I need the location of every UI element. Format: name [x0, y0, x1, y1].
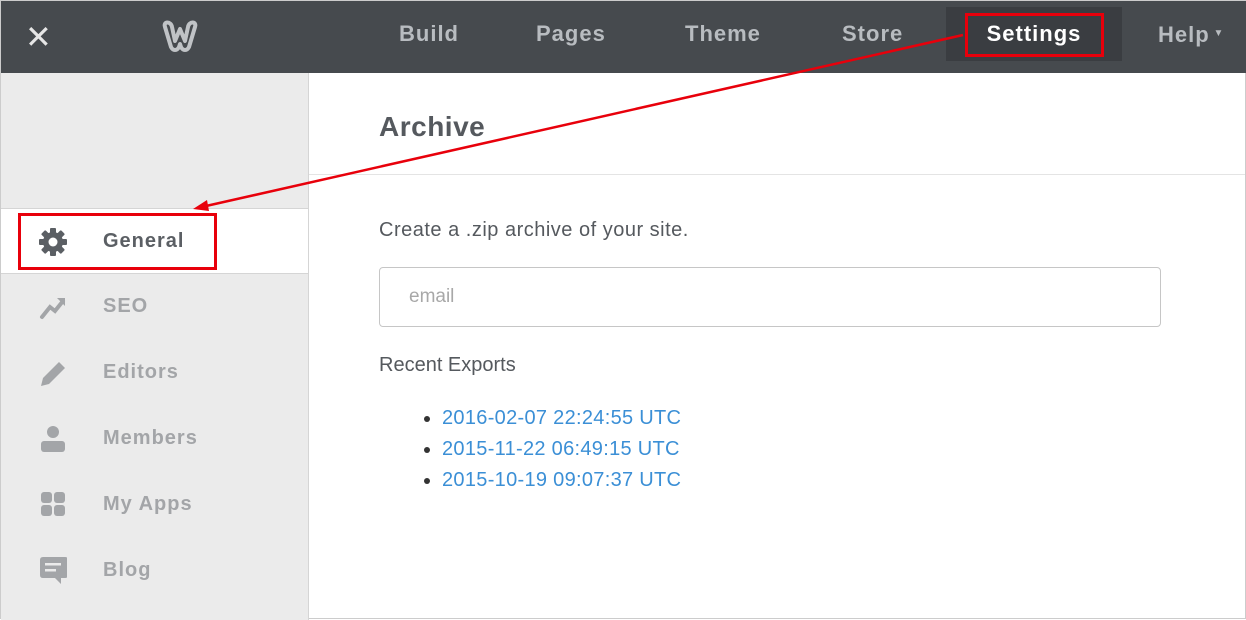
close-icon[interactable]: ✕	[25, 21, 52, 53]
sidebar-item-seo[interactable]: SEO	[1, 274, 308, 340]
page-title: Archive	[379, 111, 486, 142]
export-link[interactable]: 2015-11-22 06:49:15 UTC	[442, 438, 680, 460]
sidebar-item-label: Blog	[103, 559, 152, 581]
apps-grid-icon	[41, 492, 65, 516]
nav-pages[interactable]: Pages	[536, 1, 606, 73]
pencil-icon	[41, 362, 65, 386]
person-icon	[41, 426, 65, 452]
sidebar-item-my-apps[interactable]: My Apps	[1, 472, 308, 538]
export-link[interactable]: 2016-02-07 22:24:55 UTC	[442, 407, 681, 429]
sidebar-item-members[interactable]: Members	[1, 406, 308, 472]
weebly-logo[interactable]	[159, 19, 201, 53]
caret-down-icon: ▼	[1209, 28, 1225, 39]
email-input[interactable]	[379, 267, 1161, 327]
sidebar-item-label: SEO	[103, 295, 149, 317]
exports-list: 2016-02-07 22:24:55 UTC 2015-11-22 06:49…	[442, 403, 681, 496]
settings-highlight-box	[965, 13, 1104, 57]
sidebar: General SEO Editors Members My Apps Blog	[1, 73, 309, 620]
sidebar-item-label: Members	[103, 427, 198, 449]
list-item: 2016-02-07 22:24:55 UTC	[442, 403, 681, 434]
list-item: 2015-11-22 06:49:15 UTC	[442, 434, 681, 465]
sidebar-item-blog[interactable]: Blog	[1, 538, 308, 604]
nav-help-label: Help	[1158, 22, 1210, 47]
main-panel: Archive Create a .zip archive of your si…	[309, 73, 1245, 618]
export-link[interactable]: 2015-10-19 09:07:37 UTC	[442, 469, 681, 491]
nav-help[interactable]: Help ▼	[1158, 1, 1224, 73]
sidebar-item-editors[interactable]: Editors	[1, 340, 308, 406]
recent-exports-label: Recent Exports	[379, 354, 516, 376]
nav-build[interactable]: Build	[399, 1, 459, 73]
divider	[309, 174, 1245, 175]
general-highlight-box	[18, 213, 217, 270]
archive-description: Create a .zip archive of your site.	[379, 219, 689, 241]
comment-icon	[40, 557, 67, 584]
sidebar-item-label: Editors	[103, 361, 179, 383]
nav-store[interactable]: Store	[842, 1, 903, 73]
trend-icon	[40, 298, 65, 319]
sidebar-item-label: My Apps	[103, 493, 193, 515]
list-item: 2015-10-19 09:07:37 UTC	[442, 465, 681, 496]
nav-theme[interactable]: Theme	[685, 1, 761, 73]
